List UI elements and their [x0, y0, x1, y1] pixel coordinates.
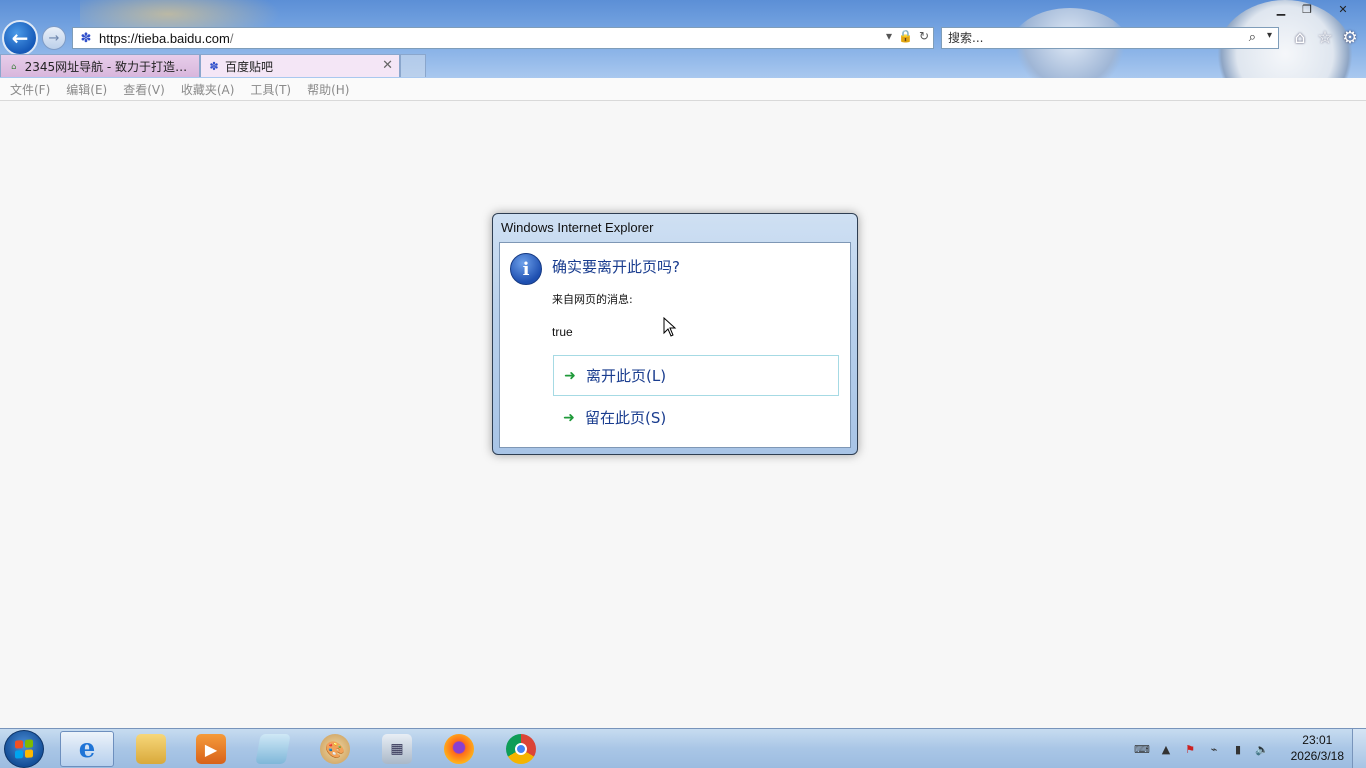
power-plug-icon[interactable]: ⌁ — [1206, 741, 1222, 757]
taskbar-file-explorer[interactable] — [124, 731, 178, 767]
chrome-icon — [506, 734, 536, 764]
minimize-button[interactable]: ▁ — [1268, 0, 1294, 18]
tab-baidu-tieba[interactable]: ✽ 百度贴吧 ✕ — [200, 54, 400, 77]
menu-tools[interactable]: 工具(T) — [250, 81, 291, 98]
back-button[interactable]: ← — [2, 20, 38, 56]
folder-icon — [136, 734, 166, 764]
url-prefix: https://tieba. — [99, 30, 170, 46]
calculator-icon: ▦ — [382, 734, 412, 764]
leave-page-label: 离开此页(L) — [586, 367, 667, 385]
tab-strip: ⌂ 2345网址导航 - 致力于打造百... ✽ 百度贴吧 ✕ — [0, 54, 426, 77]
taskbar-firefox[interactable] — [432, 731, 486, 767]
taskbar: e ▶ 🎨 ▦ ⌨ ▲ ⚑ ⌁ ▮ 🔈 23:01 2026/3/18 — [0, 728, 1366, 768]
close-button[interactable]: ✕ — [1320, 0, 1366, 18]
dialog-heading: 确实要离开此页吗? — [552, 258, 680, 276]
taskbar-media-player[interactable]: ▶ — [184, 731, 238, 767]
clock-date: 2026/3/18 — [1290, 749, 1344, 763]
gear-icon[interactable]: ⚙ — [1340, 28, 1360, 48]
baidu-paw-icon: ✽ — [80, 30, 92, 46]
system-tray: ⌨ ▲ ⚑ ⌁ ▮ 🔈 — [1134, 729, 1270, 768]
forward-button[interactable]: → — [42, 26, 66, 50]
paint-palette-icon: 🎨 — [320, 734, 350, 764]
menu-bar: 文件(F) 编辑(E) 查看(V) 收藏夹(A) 工具(T) 帮助(H) — [0, 78, 1366, 101]
firefox-icon — [444, 734, 474, 764]
notepad-icon — [255, 734, 291, 764]
stay-on-page-label: 留在此页(S) — [585, 409, 667, 427]
menu-edit[interactable]: 编辑(E) — [66, 81, 107, 98]
menu-view[interactable]: 查看(V) — [123, 81, 165, 98]
star-icon[interactable]: ☆ — [1315, 28, 1335, 48]
tab-2345[interactable]: ⌂ 2345网址导航 - 致力于打造百... — [0, 54, 200, 77]
start-button[interactable] — [4, 730, 44, 768]
taskbar-chrome[interactable] — [494, 731, 548, 767]
dialog-title: Windows Internet Explorer — [501, 220, 654, 235]
green-arrow-icon: ➜ — [563, 409, 575, 426]
stay-on-page-button[interactable]: ➜ 留在此页(S) — [553, 397, 839, 438]
restore-button[interactable]: ❐ — [1294, 0, 1320, 18]
green-arrow-icon: ➜ — [564, 367, 576, 384]
clock-time: 23:01 — [1302, 733, 1333, 747]
baidu-paw-icon: ✽ — [209, 59, 219, 73]
windows-logo-icon — [15, 739, 33, 759]
internet-explorer-icon: e — [78, 734, 96, 764]
arrow-left-icon: ← — [11, 26, 29, 50]
new-tab-button[interactable] — [400, 54, 426, 77]
show-desktop-button[interactable] — [1352, 729, 1366, 768]
url-domain: baidu.com — [169, 30, 230, 46]
action-center-flag-icon[interactable]: ⚑ — [1182, 741, 1198, 757]
show-hidden-icons-icon[interactable]: ▲ — [1158, 741, 1174, 757]
volume-icon[interactable]: 🔈 — [1254, 741, 1270, 757]
dialog-message: true — [552, 325, 573, 339]
dialog-body: i 确实要离开此页吗? 来自网页的消息: true ➜ 离开此页(L) ➜ 留在… — [499, 242, 851, 448]
browser-chrome: ← → ✽ https://tieba.baidu.com/ ▾ 🔒 ↻ ⌕ ▾… — [0, 0, 1366, 78]
info-icon: i — [510, 253, 542, 285]
dropdown-icon[interactable]: ▾ — [886, 29, 892, 43]
taskbar-paint[interactable]: 🎨 — [308, 731, 362, 767]
chevron-down-icon[interactable]: ▾ — [1267, 30, 1272, 41]
menu-help[interactable]: 帮助(H) — [307, 81, 349, 98]
address-bar[interactable]: ✽ https://tieba.baidu.com/ ▾ 🔒 ↻ — [72, 27, 934, 49]
tab-label: 百度贴吧 — [225, 59, 274, 74]
search-box[interactable]: ⌕ ▾ — [941, 27, 1279, 49]
home-icon[interactable]: ⌂ — [1290, 28, 1310, 48]
url-suffix: / — [229, 30, 234, 46]
keyboard-icon[interactable]: ⌨ — [1134, 741, 1150, 757]
refresh-icon[interactable]: ↻ — [919, 29, 929, 43]
mouse-cursor-icon — [663, 317, 677, 337]
leave-page-button[interactable]: ➜ 离开此页(L) — [553, 355, 839, 396]
lock-icon[interactable]: 🔒 — [898, 29, 913, 43]
clock[interactable]: 23:01 2026/3/18 — [1291, 732, 1344, 764]
menu-favorites[interactable]: 收藏夹(A) — [181, 81, 235, 98]
network-signal-icon[interactable]: ▮ — [1230, 741, 1246, 757]
taskbar-internet-explorer[interactable]: e — [60, 731, 114, 767]
url-text: https://tieba.baidu.com/ — [99, 31, 233, 46]
close-icon[interactable]: ✕ — [382, 58, 393, 73]
tab-label: 2345网址导航 - 致力于打造百... — [24, 59, 193, 74]
2345-logo-icon: ⌂ — [11, 61, 17, 71]
search-input[interactable] — [948, 31, 1228, 45]
arrow-right-icon: → — [48, 30, 60, 46]
search-icon[interactable]: ⌕ — [1249, 30, 1256, 45]
taskbar-notepad[interactable] — [246, 731, 300, 767]
window-controls: ▁ ❐ ✕ — [1268, 0, 1366, 18]
media-player-icon: ▶ — [196, 734, 226, 764]
dialog-source: 来自网页的消息: — [552, 293, 633, 306]
menu-file[interactable]: 文件(F) — [10, 81, 50, 98]
taskbar-calculator[interactable]: ▦ — [370, 731, 424, 767]
